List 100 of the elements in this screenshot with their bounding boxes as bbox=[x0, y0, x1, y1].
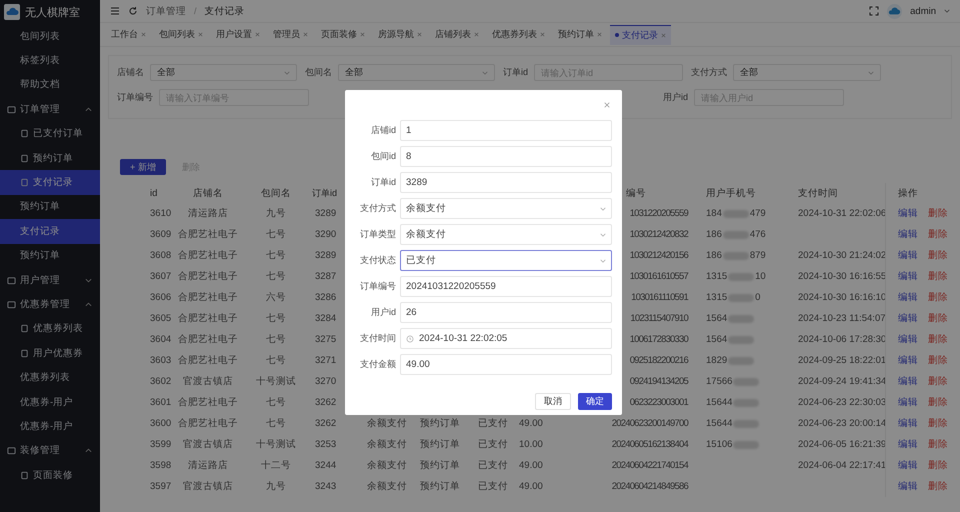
document-icon bbox=[20, 129, 29, 138]
breadcrumb-link[interactable]: 订单管理 bbox=[146, 4, 186, 18]
edit-link[interactable]: 编辑 bbox=[898, 270, 918, 283]
tab[interactable]: 店铺列表 bbox=[430, 25, 484, 44]
refresh-icon[interactable] bbox=[128, 6, 138, 16]
sidebar-item[interactable]: 预约订单 bbox=[0, 244, 100, 268]
table-cell: 3608 bbox=[150, 250, 172, 261]
close-icon[interactable] bbox=[198, 32, 203, 37]
menu-icon[interactable] bbox=[110, 6, 120, 16]
input-field[interactable]: 2024-10-31 22:02:05 bbox=[400, 328, 612, 349]
sidebar-item[interactable]: 优惠券列表 bbox=[0, 316, 100, 342]
caret-icon[interactable] bbox=[944, 8, 950, 14]
edit-link[interactable]: 编辑 bbox=[898, 333, 918, 346]
delete-link[interactable]: 删除 bbox=[928, 228, 948, 241]
close-icon[interactable] bbox=[661, 32, 666, 38]
table-cell: 七号 bbox=[266, 333, 286, 346]
sidebar-item[interactable]: 用户管理 bbox=[0, 268, 100, 292]
avatar-icon[interactable] bbox=[887, 4, 902, 18]
delete-link[interactable]: 删除 bbox=[928, 438, 948, 451]
table-cell: 九号 bbox=[266, 207, 286, 220]
delete-link[interactable]: 删除 bbox=[928, 291, 948, 304]
edit-link[interactable]: 编辑 bbox=[898, 354, 918, 367]
sidebar-item[interactable]: 标签列表 bbox=[0, 48, 100, 73]
table-cell: 预约订单 bbox=[420, 417, 460, 430]
edit-link[interactable]: 编辑 bbox=[898, 228, 918, 241]
delete-link[interactable]: 删除 bbox=[928, 375, 948, 388]
field-label: 订单id bbox=[370, 176, 396, 189]
close-icon[interactable] bbox=[255, 32, 260, 37]
tab[interactable]: 优惠券列表 bbox=[487, 25, 550, 44]
sidebar-item[interactable]: 页面装修 bbox=[0, 463, 100, 488]
edit-link[interactable]: 编辑 bbox=[898, 417, 918, 430]
delete-link[interactable]: 删除 bbox=[928, 396, 948, 409]
edit-link[interactable]: 编辑 bbox=[898, 249, 918, 262]
close-icon[interactable] bbox=[597, 32, 602, 37]
tab[interactable]: 预约订单 bbox=[553, 25, 607, 44]
sidebar-item[interactable]: 优惠券-用户 bbox=[0, 390, 100, 414]
tab[interactable]: 用户设置 bbox=[211, 25, 265, 44]
filter-select[interactable]: 全部 bbox=[733, 64, 881, 81]
close-icon[interactable] bbox=[360, 32, 365, 37]
delete-link[interactable]: 删除 bbox=[928, 207, 948, 220]
edit-link[interactable]: 编辑 bbox=[898, 207, 918, 220]
delete-link[interactable]: 删除 bbox=[928, 270, 948, 283]
close-icon[interactable] bbox=[474, 32, 479, 37]
edit-link[interactable]: 编辑 bbox=[898, 396, 918, 409]
table-cell: 186 bbox=[706, 250, 722, 261]
sidebar-item[interactable]: 优惠券管理 bbox=[0, 292, 100, 317]
sidebar-item[interactable]: 预约订单 bbox=[0, 146, 100, 170]
cancel-button[interactable]: 取消 bbox=[535, 393, 571, 410]
tab[interactable]: 管理员 bbox=[268, 25, 313, 44]
table-cell: 0925182200216 bbox=[630, 355, 688, 366]
edit-link[interactable]: 编辑 bbox=[898, 312, 918, 325]
delete-link[interactable]: 删除 bbox=[928, 459, 948, 472]
sidebar-item[interactable]: 已支付订单 bbox=[0, 122, 100, 146]
select-field[interactable]: 余额支付 bbox=[400, 198, 612, 219]
input-field[interactable]: 20241031220205559 bbox=[400, 276, 612, 297]
input-field[interactable]: 3289 bbox=[400, 172, 612, 193]
sidebar-item[interactable]: 优惠券-用户 bbox=[0, 414, 100, 439]
close-icon[interactable] bbox=[540, 32, 545, 37]
sidebar-item[interactable]: 帮助文档 bbox=[0, 72, 100, 98]
tab[interactable]: 包间列表 bbox=[154, 25, 208, 44]
delete-link[interactable]: 删除 bbox=[928, 249, 948, 262]
delete-link[interactable]: 删除 bbox=[928, 333, 948, 346]
edit-link[interactable]: 编辑 bbox=[898, 375, 918, 388]
filter-select[interactable]: 全部 bbox=[150, 64, 297, 81]
input-field[interactable]: 49.00 bbox=[400, 354, 612, 375]
sidebar-item[interactable]: 支付记录 bbox=[0, 219, 100, 244]
delete-link[interactable]: 删除 bbox=[928, 354, 948, 367]
input-field[interactable]: 1 bbox=[400, 120, 612, 141]
close-icon[interactable] bbox=[604, 102, 610, 108]
tab[interactable]: 工作台 bbox=[106, 25, 151, 44]
input-field[interactable]: 8 bbox=[400, 146, 612, 167]
sidebar-item[interactable]: 预约订单 bbox=[0, 194, 100, 220]
delete-link[interactable]: 删除 bbox=[928, 480, 948, 493]
close-icon[interactable] bbox=[417, 32, 422, 37]
sidebar-item[interactable]: 订单管理 bbox=[0, 97, 100, 122]
sidebar-item[interactable]: 包间列表 bbox=[0, 24, 100, 48]
fullscreen-icon[interactable] bbox=[869, 6, 880, 16]
sidebar-item[interactable]: 用户优惠券 bbox=[0, 341, 100, 366]
delete-link[interactable]: 删除 bbox=[928, 312, 948, 325]
table-cell: 预约订单 bbox=[420, 459, 460, 472]
edit-link[interactable]: 编辑 bbox=[898, 291, 918, 304]
user-name[interactable]: admin bbox=[910, 6, 936, 16]
edit-link[interactable]: 编辑 bbox=[898, 459, 918, 472]
sidebar-item[interactable]: 装修管理 bbox=[0, 438, 100, 464]
select-field[interactable]: 已支付 bbox=[400, 250, 612, 271]
edit-link[interactable]: 编辑 bbox=[898, 438, 918, 451]
filter-select[interactable]: 全部 bbox=[338, 64, 495, 81]
add-button[interactable]: + 新增 bbox=[120, 159, 166, 175]
tab[interactable]: 页面装修 bbox=[316, 25, 370, 44]
tab[interactable]: 房源导航 bbox=[373, 25, 427, 44]
delete-link[interactable]: 删除 bbox=[928, 417, 948, 430]
select-field[interactable]: 余额支付 bbox=[400, 224, 612, 245]
confirm-button[interactable]: 确定 bbox=[578, 393, 612, 410]
sidebar-item[interactable]: 支付记录 bbox=[0, 170, 100, 195]
edit-link[interactable]: 编辑 bbox=[898, 480, 918, 493]
sidebar-item[interactable]: 优惠券列表 bbox=[0, 365, 100, 390]
close-icon[interactable] bbox=[141, 32, 146, 37]
input-field[interactable]: 26 bbox=[400, 302, 612, 323]
tab[interactable]: 支付记录 bbox=[610, 24, 671, 44]
close-icon[interactable] bbox=[303, 32, 308, 37]
